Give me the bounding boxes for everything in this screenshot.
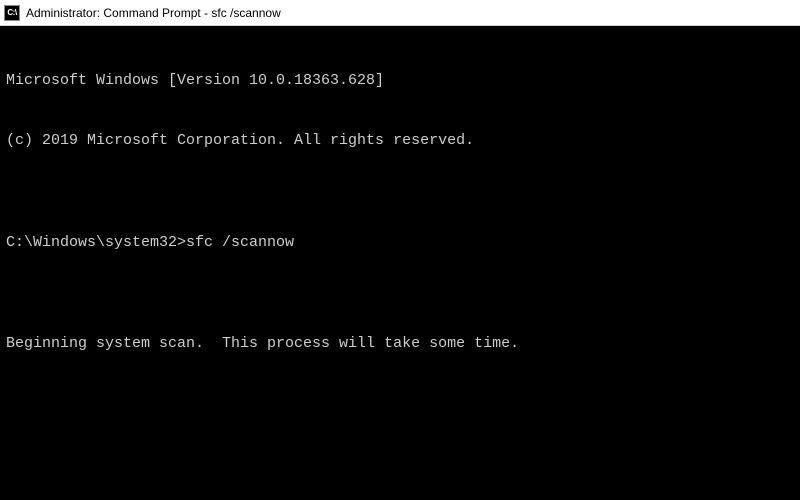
terminal-output[interactable]: Microsoft Windows [Version 10.0.18363.62… (0, 26, 800, 500)
cmd-icon: C:\ (4, 5, 20, 21)
prompt-path: C:\Windows\system32> (6, 234, 186, 251)
window-titlebar: C:\ Administrator: Command Prompt - sfc … (0, 0, 800, 26)
version-line: Microsoft Windows [Version 10.0.18363.62… (6, 71, 794, 91)
entered-command: sfc /scannow (186, 234, 294, 251)
status-line: Beginning system scan. This process will… (6, 334, 794, 354)
copyright-line: (c) 2019 Microsoft Corporation. All righ… (6, 131, 794, 151)
window-title: Administrator: Command Prompt - sfc /sca… (26, 6, 281, 20)
prompt-line: C:\Windows\system32>sfc /scannow (6, 233, 794, 253)
